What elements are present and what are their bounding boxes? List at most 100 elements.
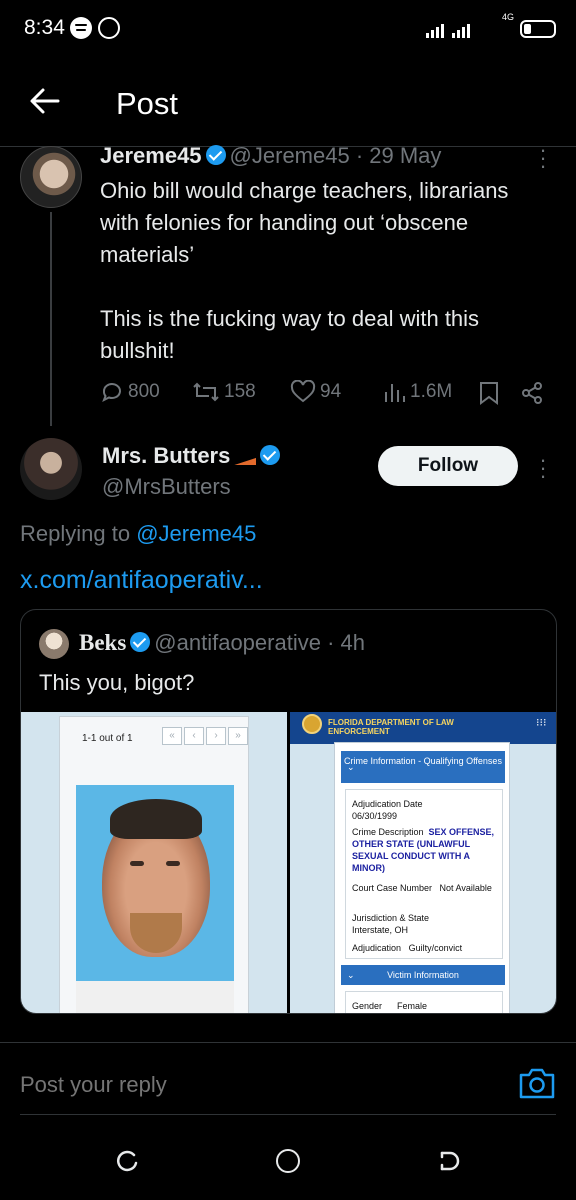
field-label: Court Case Number bbox=[352, 883, 433, 893]
network-type: 4G bbox=[501, 12, 514, 22]
battery-icon bbox=[520, 20, 556, 38]
record-fields-victim: Gender Female bbox=[345, 991, 503, 1013]
agency-seal-icon bbox=[302, 714, 322, 734]
field-label: Adjudication bbox=[352, 943, 402, 953]
field-label: Adjudication Date bbox=[352, 799, 423, 809]
reply-underline bbox=[20, 1114, 556, 1115]
avatar[interactable] bbox=[20, 146, 82, 208]
field-value: Not Available bbox=[439, 883, 492, 893]
avatar[interactable] bbox=[20, 438, 82, 500]
mugshot-photo bbox=[76, 785, 234, 1013]
pager-buttons: « ‹ › » bbox=[162, 727, 248, 745]
field-value: Female bbox=[397, 1001, 428, 1011]
field-label: Jurisdiction & State bbox=[352, 913, 430, 923]
field-adjudication-date: Adjudication Date 06/30/1999 bbox=[352, 798, 498, 822]
back-icon[interactable] bbox=[436, 1150, 460, 1172]
mugshot-hair bbox=[110, 799, 202, 839]
field-value: Guilty/convict bbox=[408, 943, 463, 953]
home-icon[interactable] bbox=[276, 1149, 300, 1173]
status-time: 8:34 bbox=[24, 16, 65, 39]
like-count: 94 bbox=[320, 381, 342, 402]
reply-icon bbox=[102, 383, 121, 403]
reply-divider bbox=[0, 1042, 576, 1043]
quoted-post[interactable]: Beks @antifaoperative · 4h This you, bigo… bbox=[20, 609, 557, 1014]
quoted-text: This you, bigot? bbox=[39, 670, 195, 695]
share-icon[interactable] bbox=[520, 381, 544, 405]
verified-badge-icon bbox=[130, 632, 151, 652]
analytics-icon bbox=[385, 384, 405, 402]
views-count: 1.6M bbox=[410, 381, 453, 402]
agency-banner: FLORIDA DEPARTMENT OF LAW ENFORCEMENT ⁝⁝… bbox=[290, 712, 556, 744]
record-panel: ⌄ Crime Information - Qualifying Offense… bbox=[334, 742, 510, 1013]
pager-next: › bbox=[206, 727, 226, 745]
section-title: Victim Information bbox=[387, 970, 459, 980]
recent-apps-icon[interactable] bbox=[116, 1150, 138, 1172]
thread-line bbox=[50, 212, 52, 426]
chevron-down-icon: ⌄ bbox=[347, 762, 355, 772]
field-crime-description: Crime Description SEX OFFENSE, OTHER STA… bbox=[352, 826, 498, 874]
field-court-case: Court Case Number Not Available bbox=[352, 882, 498, 894]
replying-to: Replying to @Jereme45 bbox=[20, 521, 256, 547]
quoted-image-mugshot[interactable]: 1-1 out of 1 « ‹ › » bbox=[21, 712, 287, 1013]
replying-prefix: Replying to bbox=[20, 521, 131, 546]
quoted-author-name: Beks bbox=[79, 630, 127, 655]
author-handle: @MrsButters bbox=[102, 474, 231, 499]
avatar bbox=[39, 629, 69, 659]
grid-menu-icon: ⁝⁝⁝ bbox=[536, 717, 547, 729]
section-header: ⌄ Crime Information - Qualifying Offense… bbox=[341, 751, 505, 783]
registry-panel: 1-1 out of 1 « ‹ › » bbox=[59, 716, 249, 1013]
field-value: 06/30/1999 bbox=[352, 811, 398, 821]
pie-emoji-icon bbox=[234, 457, 257, 465]
page-title: Post bbox=[116, 86, 179, 121]
pager-first: « bbox=[162, 727, 182, 745]
reply-button[interactable]: 800 bbox=[100, 380, 160, 404]
quoted-image-record[interactable]: FLORIDA DEPARTMENT OF LAW ENFORCEMENT ⁝⁝… bbox=[290, 712, 556, 1013]
like-button[interactable]: 94 bbox=[290, 380, 341, 404]
reply-input[interactable] bbox=[20, 1072, 500, 1098]
bookmark-icon[interactable] bbox=[478, 381, 500, 405]
pager-last: » bbox=[228, 727, 248, 745]
tweet-text: Ohio bill would charge teachers, librari… bbox=[100, 178, 509, 363]
mugshot-eye bbox=[166, 861, 180, 866]
section-title: Crime Information - Qualifying Offenses bbox=[344, 756, 502, 766]
repost-count: 158 bbox=[224, 381, 256, 402]
repost-button[interactable]: 158 bbox=[192, 380, 256, 404]
heart-icon bbox=[290, 380, 316, 403]
spotify-icon bbox=[70, 17, 92, 39]
author-handle-date: @Jereme45 · 29 May bbox=[229, 143, 442, 168]
record-fields: Adjudication Date 06/30/1999 Crime Descr… bbox=[345, 789, 503, 959]
mugshot-shirt bbox=[76, 981, 234, 1013]
arrow-left-icon[interactable] bbox=[28, 84, 62, 118]
status-bar: 8:34 4G bbox=[0, 0, 576, 58]
field-label: Crime Description bbox=[352, 827, 424, 837]
field-label: Gender bbox=[352, 1001, 383, 1011]
chevron-down-icon: ⌄ bbox=[347, 970, 355, 980]
camera-icon[interactable] bbox=[518, 1066, 556, 1100]
agency-name: FLORIDA DEPARTMENT OF LAW ENFORCEMENT bbox=[328, 718, 454, 736]
post-link[interactable]: x.com/antifaoperativ... bbox=[20, 566, 263, 595]
field-gender: Gender Female bbox=[352, 1000, 498, 1012]
quoted-handle-time: @antifaoperative · 4h bbox=[154, 630, 365, 655]
reply-count: 800 bbox=[128, 381, 160, 402]
pager-prev: ‹ bbox=[184, 727, 204, 745]
field-jurisdiction: Jurisdiction & State Interstate, OH bbox=[352, 912, 498, 936]
replying-mention-link[interactable]: @Jereme45 bbox=[136, 521, 256, 546]
author-name[interactable]: Jereme45 bbox=[100, 143, 202, 168]
mugshot-eye bbox=[130, 861, 144, 866]
verified-badge-icon bbox=[205, 145, 226, 165]
reply-author[interactable]: Mrs. Butters bbox=[102, 443, 284, 469]
section-header: ⌄ Victim Information bbox=[341, 965, 505, 985]
pager-text: 1-1 out of 1 bbox=[82, 733, 133, 744]
more-options-icon[interactable]: · · · bbox=[536, 449, 550, 487]
verified-badge-icon bbox=[260, 445, 281, 465]
signal-icon bbox=[426, 22, 476, 38]
follow-button[interactable]: Follow bbox=[378, 446, 518, 486]
author-name[interactable]: Mrs. Butters bbox=[102, 443, 230, 468]
quoted-author: Beks @antifaoperative · 4h bbox=[79, 630, 365, 656]
field-value: Interstate, OH bbox=[352, 925, 409, 935]
whatsapp-icon bbox=[98, 17, 120, 39]
more-options-icon[interactable]: · · · bbox=[536, 139, 550, 177]
field-adjudication: Adjudication Guilty/convict bbox=[352, 942, 498, 954]
tweet-author[interactable]: Jereme45 @Jereme45 · 29 May bbox=[100, 143, 441, 169]
views-button[interactable]: 1.6M bbox=[382, 380, 452, 404]
